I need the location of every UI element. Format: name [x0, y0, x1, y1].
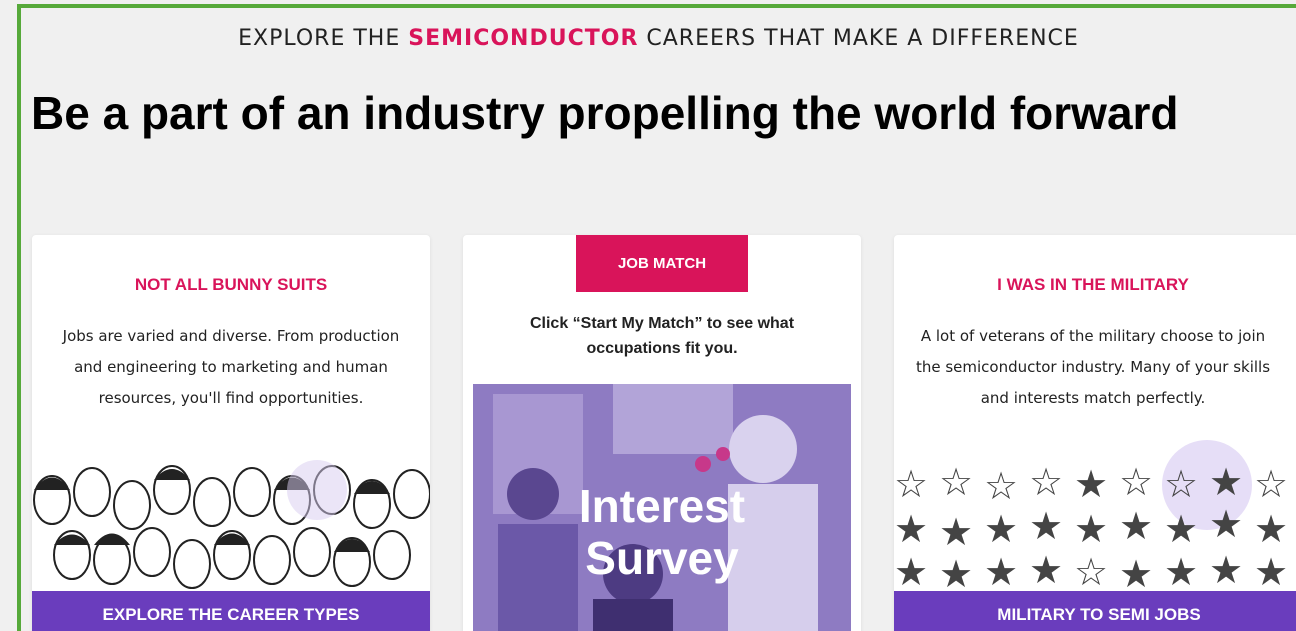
star-icon: ★ — [1254, 507, 1289, 551]
star-icon: ☆ — [1254, 462, 1289, 506]
explore-career-types-button[interactable]: EXPLORE THE CAREER TYPES — [32, 591, 430, 631]
star-icon: ★ — [894, 550, 929, 594]
card-bunny-suits-body: Jobs are varied and diverse. From produc… — [62, 327, 400, 407]
star-icon: ☆ — [1119, 460, 1154, 504]
star-icon: ★ — [1119, 552, 1154, 596]
interest-survey-label: Interest Survey — [473, 480, 851, 584]
star-icon: ★ — [1164, 507, 1199, 551]
star-icon: ★ — [1209, 502, 1244, 546]
card-job-match: JOB MATCH Click “Start My Match” to see … — [463, 235, 861, 631]
job-match-body: Click “Start My Match” to see what occup… — [529, 315, 795, 357]
star-icon: ☆ — [984, 464, 1019, 508]
star-icon: ★ — [1074, 462, 1109, 506]
stars-illustration: ☆ ☆ ☆ ☆ ★ ☆ ☆ ★ ☆ ★ ★ ★ ★ ★ ★ ★ ★ ★ ★ ★ … — [894, 440, 1296, 596]
star-icon: ☆ — [894, 462, 929, 506]
star-icon: ★ — [939, 552, 974, 596]
star-icon: ☆ — [1164, 462, 1199, 506]
page-frame: EXPLORE THE SEMICONDUCTOR CAREERS THAT M… — [17, 4, 1296, 631]
people-illustration-graphic — [33, 460, 430, 589]
card-bunny-suits: NOT ALL BUNNY SUITS Jobs are varied and … — [32, 235, 430, 631]
people-illustration — [32, 460, 430, 600]
interest-survey-line1: Interest — [578, 480, 746, 532]
star-icon: ★ — [894, 507, 929, 551]
star-icon: ★ — [1209, 460, 1244, 504]
card-bunny-suits-title: NOT ALL BUNNY SUITS — [134, 275, 328, 294]
eyebrow-heading: EXPLORE THE SEMICONDUCTOR CAREERS THAT M… — [21, 26, 1296, 51]
star-icon: ★ — [939, 510, 974, 554]
star-icon: ☆ — [939, 460, 974, 504]
card-military-title: I WAS IN THE MILITARY — [997, 275, 1189, 294]
star-icon: ★ — [1164, 550, 1199, 594]
star-icon: ★ — [1119, 504, 1154, 548]
interest-survey-image[interactable]: Interest Survey — [473, 384, 851, 631]
star-icon: ★ — [984, 550, 1019, 594]
eyebrow-accent: SEMICONDUCTOR — [408, 26, 639, 51]
star-icon: ★ — [1254, 550, 1289, 594]
page-title: Be a part of an industry propelling the … — [31, 87, 1179, 139]
military-to-semi-jobs-button[interactable]: MILITARY TO SEMI JOBS — [894, 591, 1296, 631]
star-icon: ★ — [1209, 548, 1244, 592]
job-match-tab[interactable]: JOB MATCH — [576, 235, 748, 292]
star-icon: ★ — [984, 507, 1019, 551]
card-military: I WAS IN THE MILITARY A lot of veterans … — [894, 235, 1296, 631]
star-icon: ★ — [1029, 548, 1064, 592]
star-icon: ★ — [1029, 504, 1064, 548]
star-icon: ☆ — [1074, 550, 1109, 594]
eyebrow-prefix: EXPLORE THE — [238, 26, 409, 51]
interest-survey-line2: Survey — [585, 532, 739, 584]
star-icon: ★ — [1074, 507, 1109, 551]
card-military-body: A lot of veterans of the military choose… — [915, 327, 1271, 407]
star-icon: ☆ — [1029, 460, 1064, 504]
eyebrow-suffix: CAREERS THAT MAKE A DIFFERENCE — [638, 26, 1079, 51]
